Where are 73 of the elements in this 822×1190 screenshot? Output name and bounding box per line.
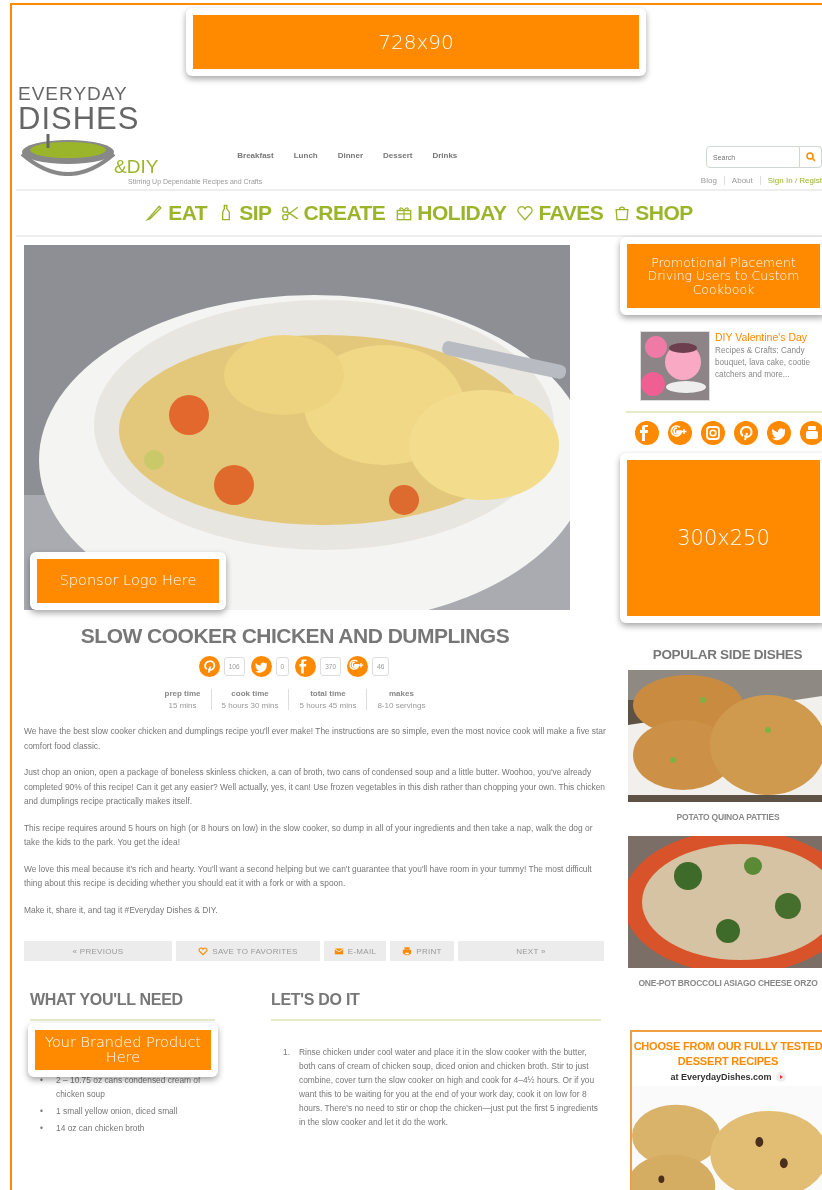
time-label: prep time (164, 689, 201, 698)
section-heading: LET'S DO IT (271, 991, 601, 1021)
step-item: Rinse chicken under cool water and place it in the slow cooker with the butter, both cans of cream of chicken soup, diced onion and chicken broth. Stir to just combine, cover turn the slow cooker on high and cook for 4–4½ hours. Or if you want this to be waiting for you at the end of your work day, cook it on low for 8 hours. There's no need to stir or chop the chicken—just put the first 5 ingredients in the slow cooker and let it do the work. (299, 1046, 599, 1129)
time-value: 5 hours 30 mins (221, 701, 279, 710)
section-heading: WHAT YOU'LL NEED (30, 991, 215, 1021)
play-icon (775, 1072, 786, 1082)
dessert-ad[interactable]: CHOOSE FROM OUR FULLY TESTED DESSERT RECIPES at EverydayDishes.com (630, 1030, 822, 1190)
envelope-icon (333, 946, 344, 956)
instagram-icon[interactable] (701, 421, 725, 445)
recipe-title: SLOW COOKER CHICKEN AND DUMPLINGS (79, 624, 511, 648)
ad-label: Promotional Placement Driving Users to Custom Cookbook (646, 256, 801, 296)
ad-label: 300x250 (677, 526, 770, 549)
header-link[interactable]: Blog (693, 176, 724, 185)
category-link[interactable]: EAT (168, 201, 208, 225)
email-button[interactable]: E-MAIL (324, 941, 386, 961)
heart-icon (198, 946, 209, 956)
category-link[interactable]: SHOP (635, 201, 693, 225)
sign-in-link[interactable]: Sign In / Regist (759, 176, 822, 185)
pinterest-icon[interactable] (734, 421, 758, 445)
facebook-icon[interactable] (635, 421, 659, 445)
printer-icon (402, 946, 413, 956)
feature-description: Recipes & Crafts: Candy bouquet, lava cake, cootie catchers and more... (715, 345, 812, 381)
nav-link[interactable]: Dessert (383, 151, 413, 160)
time-value: 15 mins (168, 701, 197, 710)
section-heading: POPULAR SIDE DISHES (651, 647, 804, 662)
ad-headline: CHOOSE FROM OUR FULLY TESTED DESSERT RECIPES (632, 1039, 822, 1069)
category-link[interactable]: FAVES (538, 201, 604, 225)
previous-button[interactable]: « PREVIOUS (24, 941, 172, 961)
recipe-link[interactable]: POTATO QUINOA PATTIES (628, 812, 822, 822)
recipe-paragraph: We have the best slow cooker chicken and dumplings recipe you'll ever make! The instructions are so simple, even the most novice cook will make a five star comfort food classic. (24, 725, 606, 753)
list-marker: • (40, 1074, 44, 1087)
recipe-paragraph: We love this meal because it's rich and hearty. You'll want a second helping but we can't guarantee that you'll have room in your tummy! The most difficult thing about this recipe is deciding whether you should eat it with a fork or with a spoon. (24, 862, 593, 890)
list-marker: 1. (283, 1046, 291, 1059)
print-button[interactable]: PRINT (390, 941, 454, 961)
list-marker: • (40, 1122, 44, 1135)
category-link[interactable]: SIP (239, 201, 272, 225)
pinterest-icon[interactable] (198, 656, 220, 677)
header-link[interactable]: About (723, 176, 760, 185)
logo-wordmark[interactable]: &DIY (114, 157, 159, 176)
ingredient-item: 14 oz can chicken broth (56, 1122, 145, 1135)
time-label: makes (388, 689, 414, 698)
ingredient-item: 1 small yellow onion, diced small (56, 1105, 178, 1118)
time-value: 5 hours 45 mins (299, 701, 357, 710)
favorite-button[interactable]: SAVE TO FAVORITES (176, 941, 320, 961)
twitter-icon[interactable] (250, 656, 272, 677)
time-value: 8-10 servings (377, 701, 426, 710)
nav-link[interactable]: Dinner (337, 151, 364, 160)
recipe-paragraph: Make it, share it, and tag it #Everyday Dishes & DIY. (24, 903, 219, 917)
feature-link[interactable]: DIY Valentine's Day (715, 331, 822, 343)
google-plus-icon[interactable] (347, 656, 369, 677)
next-button[interactable]: NEXT » (458, 941, 604, 961)
twitter-icon[interactable] (767, 421, 791, 445)
nav-link[interactable]: Breakfast (237, 151, 274, 160)
facebook-icon[interactable] (295, 656, 317, 677)
nav-link[interactable]: Drinks (432, 151, 458, 160)
ad-label: Your Branded Product Here (43, 1034, 203, 1066)
logo-wordmark[interactable]: DISHES (18, 103, 140, 134)
time-label: cook time (231, 689, 269, 698)
category-link[interactable]: CREATE (303, 201, 386, 225)
logo-wordmark[interactable]: EVERYDAY (18, 84, 128, 103)
nav-link[interactable]: Lunch (293, 151, 318, 160)
ad-label: Sponsor Logo Here (59, 573, 197, 589)
recipe-link[interactable]: ONE-POT BROCCOLI ASIAGO CHEESE ORZO (628, 978, 822, 988)
time-label: total time (310, 689, 346, 698)
recipe-paragraph: Just chop an onion, open a package of boneless skinless chicken, a can of broth, two cans of condensed soup and a little butter. Woohoo, you've already completed 90% of this recipe! Can it get any easier? Well actually, yes, it can! Use frozen vegetables in this dish rather than chopping your own. This chicken and dumplings recipe practically makes itself. (24, 766, 606, 808)
ad-label: 728x90 (378, 31, 454, 53)
list-marker: • (40, 1105, 44, 1118)
search-button[interactable] (800, 146, 822, 168)
google-plus-icon[interactable] (668, 421, 692, 445)
category-link[interactable]: HOLIDAY (417, 201, 507, 225)
ad-site-link: at EverydayDishes.com (670, 1072, 772, 1082)
recipe-paragraph: This recipe requires around 5 hours on high (or 8 hours on low) in the slow cooker, so dump in all of your ingredients and then take a nap, walk the dog or take the kids to the park. You get the idea! (24, 821, 594, 849)
search-icon[interactable] (805, 152, 816, 162)
